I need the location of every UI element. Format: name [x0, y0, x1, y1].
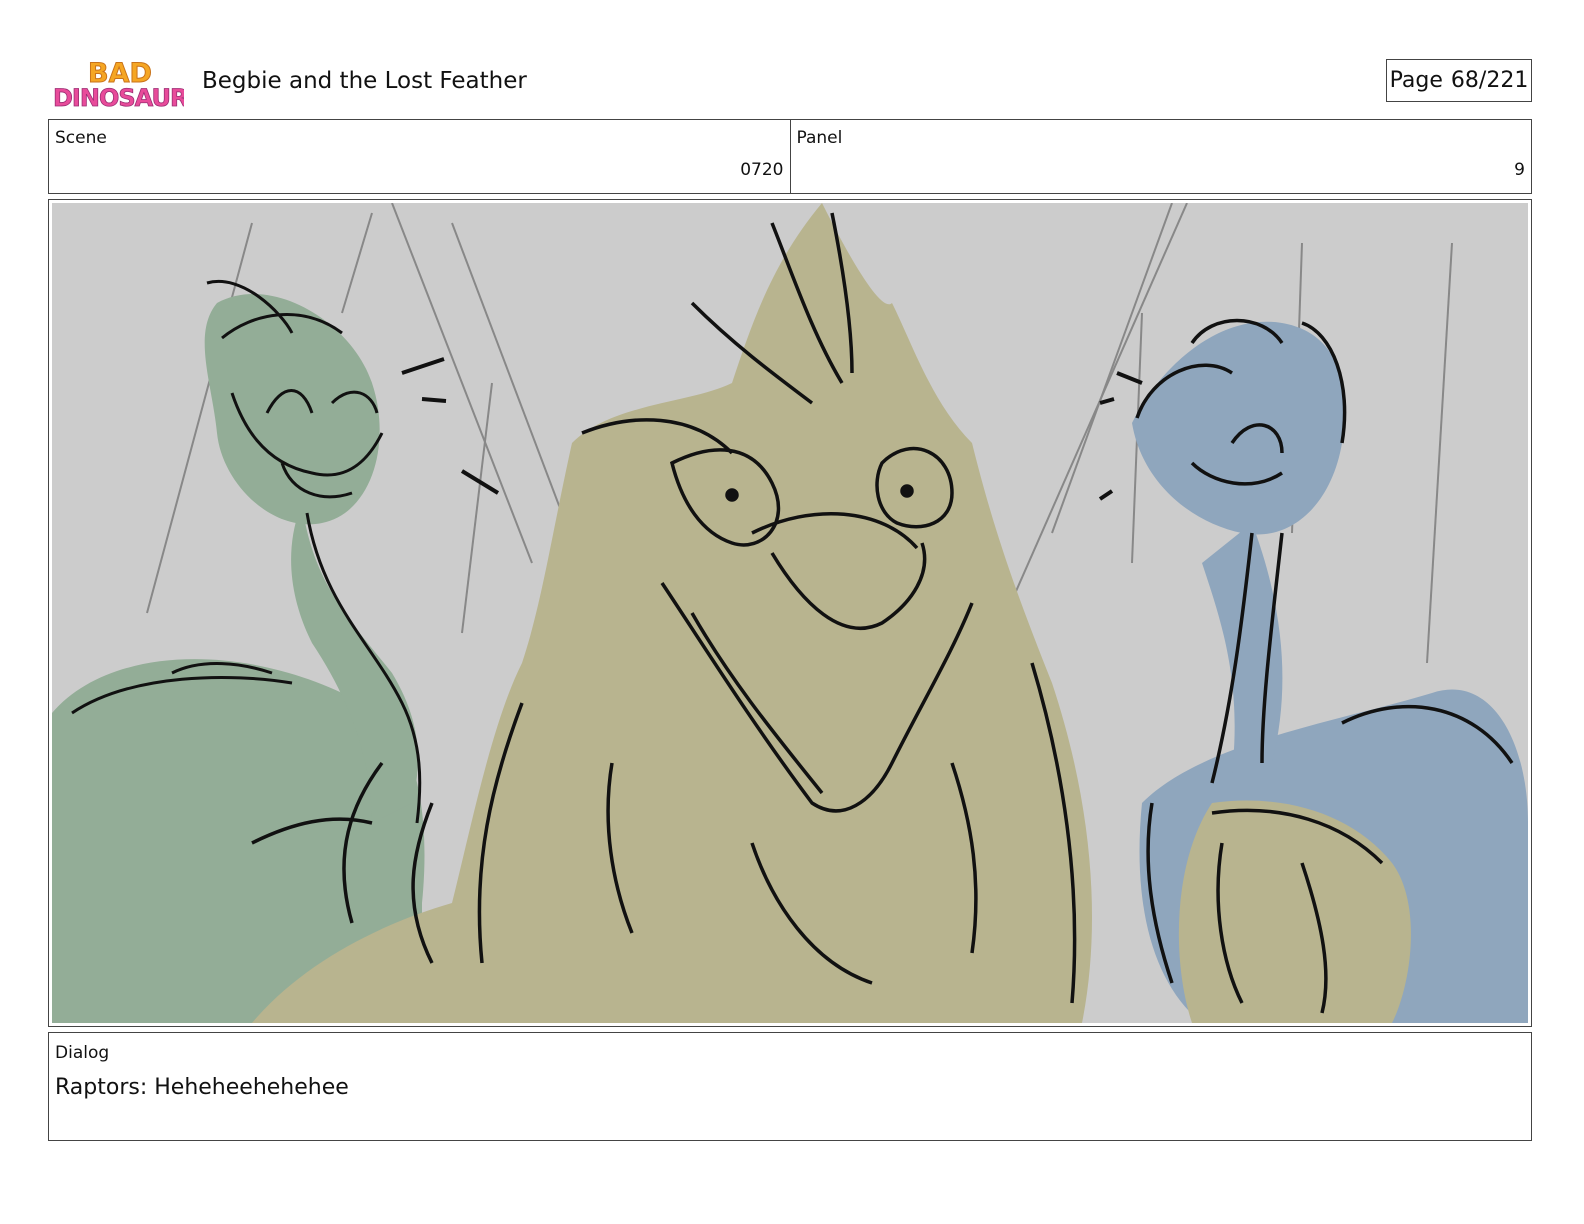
page-indicator: Page 68/221	[1386, 59, 1532, 102]
scene-panel-row: Scene 0720 Panel 9	[48, 119, 1532, 194]
dialog-label: Dialog	[55, 1043, 110, 1063]
page-number: 68/221	[1450, 68, 1529, 93]
panel-cell: Panel 9	[789, 120, 1532, 193]
scene-value: 0720	[740, 160, 784, 180]
panel-value: 9	[1514, 160, 1525, 180]
page-label: Page	[1389, 68, 1443, 93]
svg-text:DINOSAURS: DINOSAURS	[53, 84, 184, 112]
scene-label: Scene	[55, 128, 107, 148]
dialog-text: Raptors: Heheheehehehee	[55, 1075, 349, 1100]
storyboard-sketch	[52, 203, 1528, 1023]
bad-dinosaurs-logo: BAD DINOSAURS	[52, 54, 206, 113]
panel-label: Panel	[796, 128, 843, 148]
dialog-box: Dialog Raptors: Heheheehehehee	[48, 1032, 1532, 1141]
scene-cell: Scene 0720	[49, 120, 790, 193]
document-title: Begbie and the Lost Feather	[202, 68, 527, 94]
storyboard-panel	[48, 199, 1532, 1027]
